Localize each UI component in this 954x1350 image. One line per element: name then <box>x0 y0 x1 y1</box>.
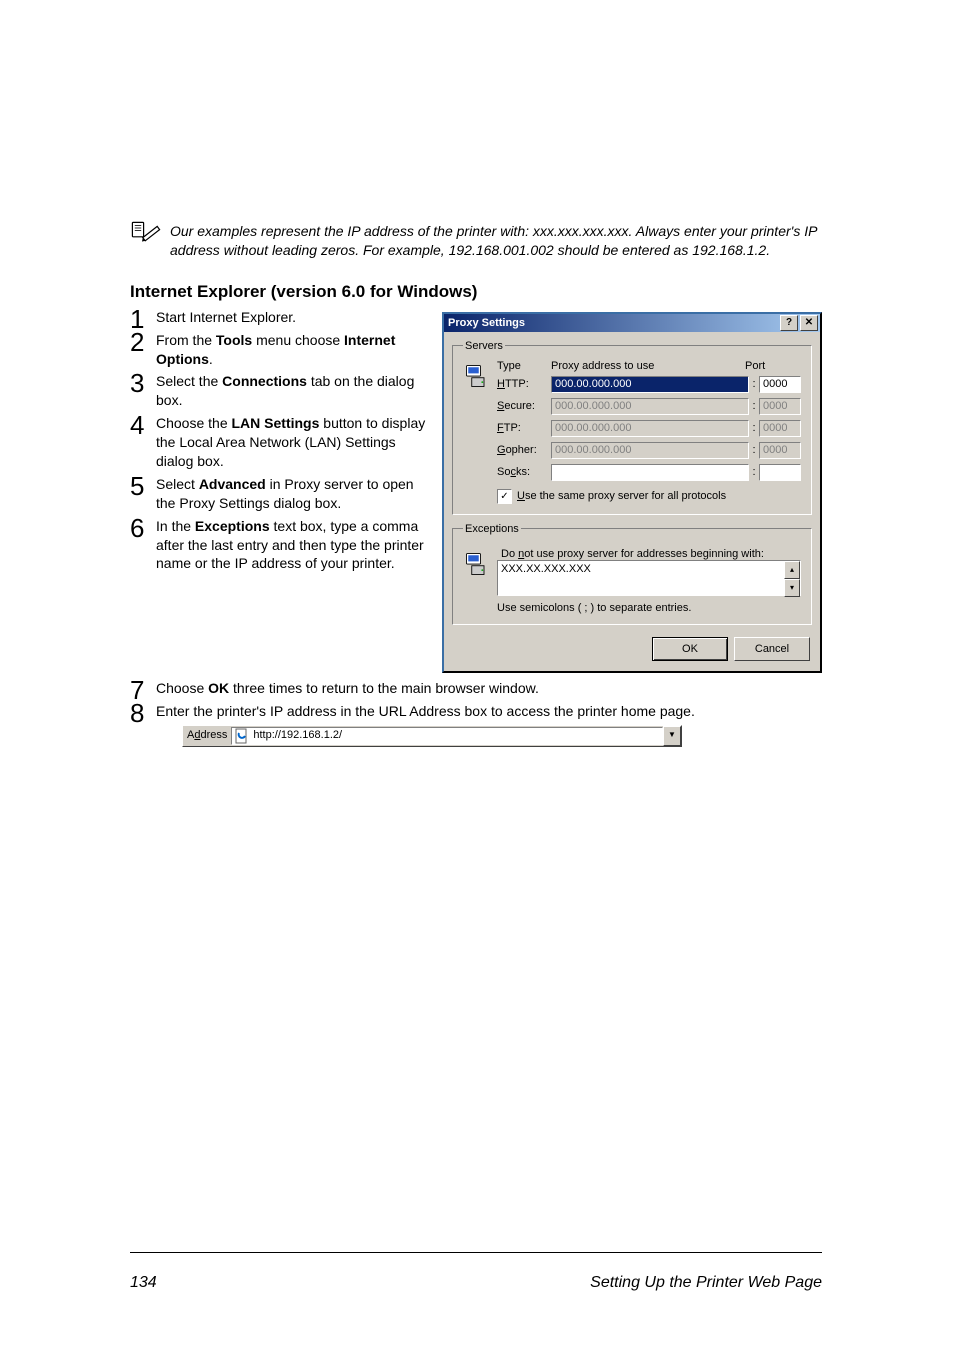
col-type: Type <box>497 360 551 372</box>
step-5: Select Advanced in Proxy server to open … <box>130 475 430 513</box>
socks-label: Socks: <box>497 466 551 478</box>
step-7: Choose OK three times to return to the m… <box>130 679 822 698</box>
note-text: Our examples represent the IP address of… <box>170 220 822 260</box>
help-button[interactable]: ? <box>780 315 798 331</box>
address-bar-input[interactable]: http://192.168.1.2/ <box>231 727 663 745</box>
socks-port-input[interactable] <box>759 464 801 481</box>
socks-address-input[interactable] <box>551 464 749 481</box>
section-heading: Internet Explorer (version 6.0 for Windo… <box>130 282 822 302</box>
gopher-port-input: 0000 <box>759 442 801 459</box>
close-button[interactable]: ✕ <box>800 315 818 331</box>
address-bar-dropdown[interactable]: ▼ <box>663 726 681 746</box>
same-proxy-label: Use the same proxy server for all protoc… <box>517 490 726 502</box>
row-gopher: Gopher: 000.00.000.000 : 0000 <box>497 441 801 460</box>
address-bar: Address http://192.168.1.2/ ▼ <box>182 725 682 747</box>
servers-group: Servers Type Proxy address to u <box>452 340 812 515</box>
http-label: HTTP: <box>497 378 551 390</box>
exceptions-hint: Use semicolons ( ; ) to separate entries… <box>497 602 801 614</box>
ftp-label: FTP: <box>497 422 551 434</box>
secure-address-input: 000.00.000.000 <box>551 398 749 415</box>
gopher-label: Gopher: <box>497 444 551 456</box>
scroll-up-icon[interactable]: ▴ <box>784 561 800 579</box>
cancel-button[interactable]: Cancel <box>734 637 810 661</box>
exceptions-group: Exceptions Do not use proxy server for a… <box>452 523 812 625</box>
ftp-port-input: 0000 <box>759 420 801 437</box>
note-icon <box>130 220 162 247</box>
servers-icon <box>463 362 491 390</box>
address-bar-label: Address <box>183 728 231 743</box>
exceptions-legend: Exceptions <box>463 523 521 535</box>
page-number: 134 <box>130 1274 157 1292</box>
dialog-title: Proxy Settings <box>448 317 778 329</box>
ie-page-icon <box>234 729 250 743</box>
step-1: Start Internet Explorer. <box>130 308 430 327</box>
ftp-address-input: 000.00.000.000 <box>551 420 749 437</box>
footer-rule <box>130 1252 822 1253</box>
footer-label: Setting Up the Printer Web Page <box>157 1274 822 1292</box>
http-port-input[interactable]: 0000 <box>759 376 801 393</box>
exceptions-label: Do not use proxy server for addresses be… <box>501 548 801 560</box>
ok-button[interactable]: OK <box>652 637 728 661</box>
col-address: Proxy address to use <box>551 360 737 372</box>
proxy-settings-dialog: Proxy Settings ? ✕ Servers <box>442 312 822 673</box>
servers-legend: Servers <box>463 340 505 352</box>
secure-port-input: 0000 <box>759 398 801 415</box>
gopher-address-input: 000.00.000.000 <box>551 442 749 459</box>
exceptions-textbox[interactable]: XXX.XX.XXX.XXX ▴ ▾ <box>497 560 801 596</box>
exceptions-icon <box>463 550 491 578</box>
col-port: Port <box>737 360 801 372</box>
step-8: Enter the printer's IP address in the UR… <box>130 702 822 747</box>
step-6: In the Exceptions text box, type a comma… <box>130 517 430 574</box>
step-3: Select the Connections tab on the dialog… <box>130 372 430 410</box>
row-http: HTTP: 000.00.000.000 : 0000 <box>497 375 801 394</box>
row-socks: Socks: : <box>497 463 801 482</box>
dialog-titlebar: Proxy Settings ? ✕ <box>444 314 820 332</box>
http-address-input[interactable]: 000.00.000.000 <box>551 376 749 393</box>
row-secure: Secure: 000.00.000.000 : 0000 <box>497 397 801 416</box>
secure-label: Secure: <box>497 400 551 412</box>
step-2: From the Tools menu choose Internet Opti… <box>130 331 430 369</box>
scroll-down-icon[interactable]: ▾ <box>784 579 800 597</box>
same-proxy-checkbox[interactable]: ✓ <box>497 489 512 504</box>
exceptions-scrollbar[interactable]: ▴ ▾ <box>784 561 800 595</box>
row-ftp: FTP: 000.00.000.000 : 0000 <box>497 419 801 438</box>
step-4: Choose the LAN Settings button to displa… <box>130 414 430 471</box>
